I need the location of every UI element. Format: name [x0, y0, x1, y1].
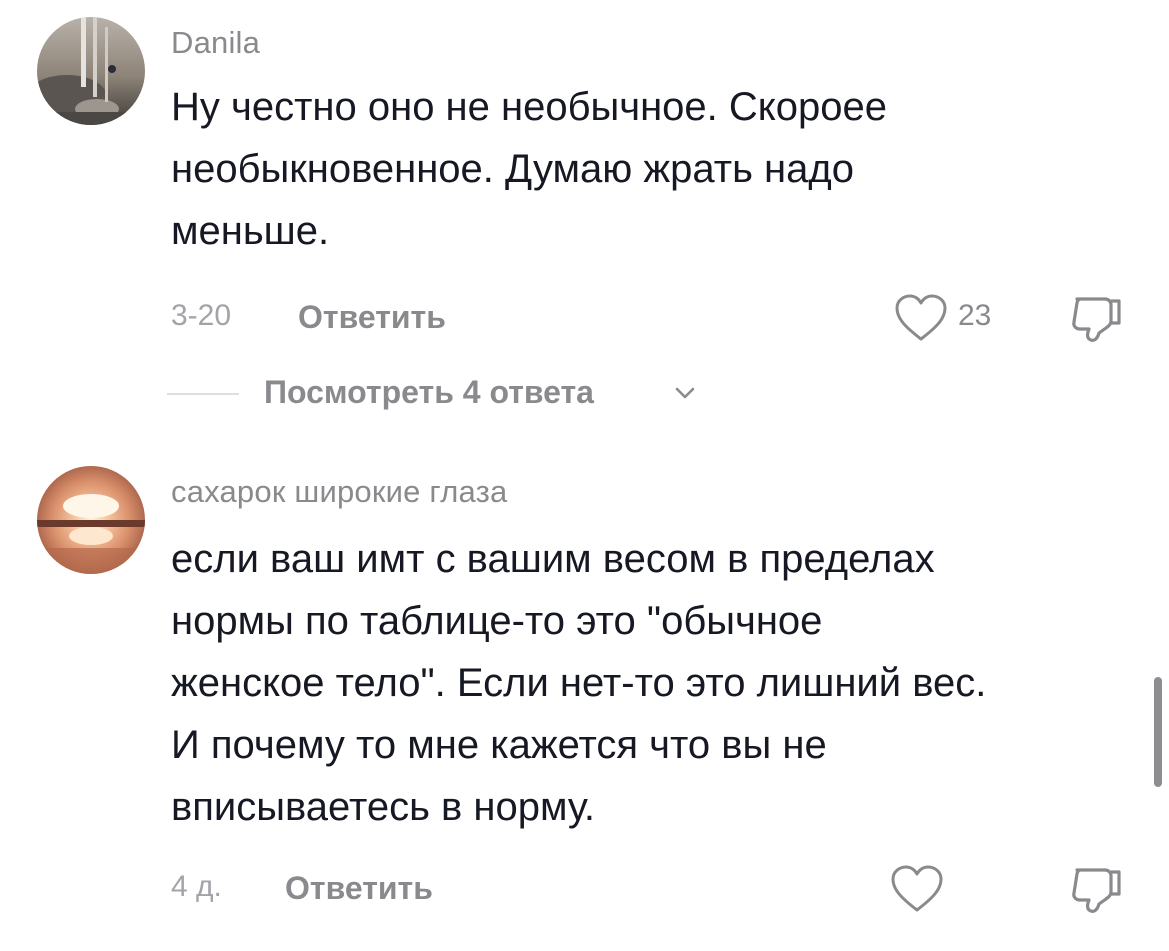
comment-author[interactable]: сахарок широкие глаза: [171, 474, 507, 510]
comment-meta: 3-20 Ответить 23: [171, 294, 1161, 342]
comment-date: 3-20: [171, 299, 232, 332]
comment-text-line: Ну честно оно не необычное. Скороее: [171, 85, 887, 129]
avatar[interactable]: [37, 466, 145, 574]
view-replies-label[interactable]: Посмотреть 4 ответа: [264, 374, 594, 411]
comment-author[interactable]: Danila: [171, 25, 260, 61]
comment-item: Danila Ну честно оно не необычное. Скоро…: [0, 0, 1169, 440]
comment-text-line: И почему то мне кажется что вы не: [171, 723, 827, 767]
comment-item: сахарок широкие глаза если ваш имт с ваш…: [0, 440, 1169, 951]
comment-text-line: если ваш имт с вашим весом в пределах: [171, 537, 935, 581]
thumbs-down-icon[interactable]: [1069, 291, 1125, 345]
divider: [167, 393, 239, 395]
avatar-sunset-icon: [37, 466, 145, 574]
comment-text: если ваш имт с вашим весом в пределах но…: [171, 528, 1146, 838]
comment-meta: 4 д. Ответить: [171, 865, 1161, 913]
avatar[interactable]: [37, 17, 145, 125]
like-count: 23: [958, 299, 992, 332]
comment-text: Ну честно оно не необычное. Скороее необ…: [171, 76, 1146, 262]
heart-outline-icon[interactable]: [894, 293, 948, 343]
avatar-photo-icon: [37, 17, 145, 125]
comment-text-line: меньше.: [171, 209, 330, 253]
chevron-down-icon[interactable]: [672, 382, 698, 404]
thumbs-down-icon[interactable]: [1069, 862, 1125, 916]
view-replies-button[interactable]: Посмотреть 4 ответа: [167, 374, 707, 414]
scrollbar[interactable]: [1154, 677, 1162, 787]
heart-outline-icon[interactable]: [890, 864, 944, 914]
comment-text-line: нормы по таблице-то это "обычное: [171, 599, 823, 643]
comment-text-line: женское тело". Если нет-то это лишний ве…: [171, 661, 987, 705]
comment-text-line: вписываетесь в норму.: [171, 785, 596, 829]
comment-text-line: необыкновенное. Думаю жрать надо: [171, 147, 854, 191]
reply-button[interactable]: Ответить: [285, 870, 433, 907]
reply-button[interactable]: Ответить: [298, 299, 446, 336]
comment-date: 4 д.: [171, 870, 222, 903]
